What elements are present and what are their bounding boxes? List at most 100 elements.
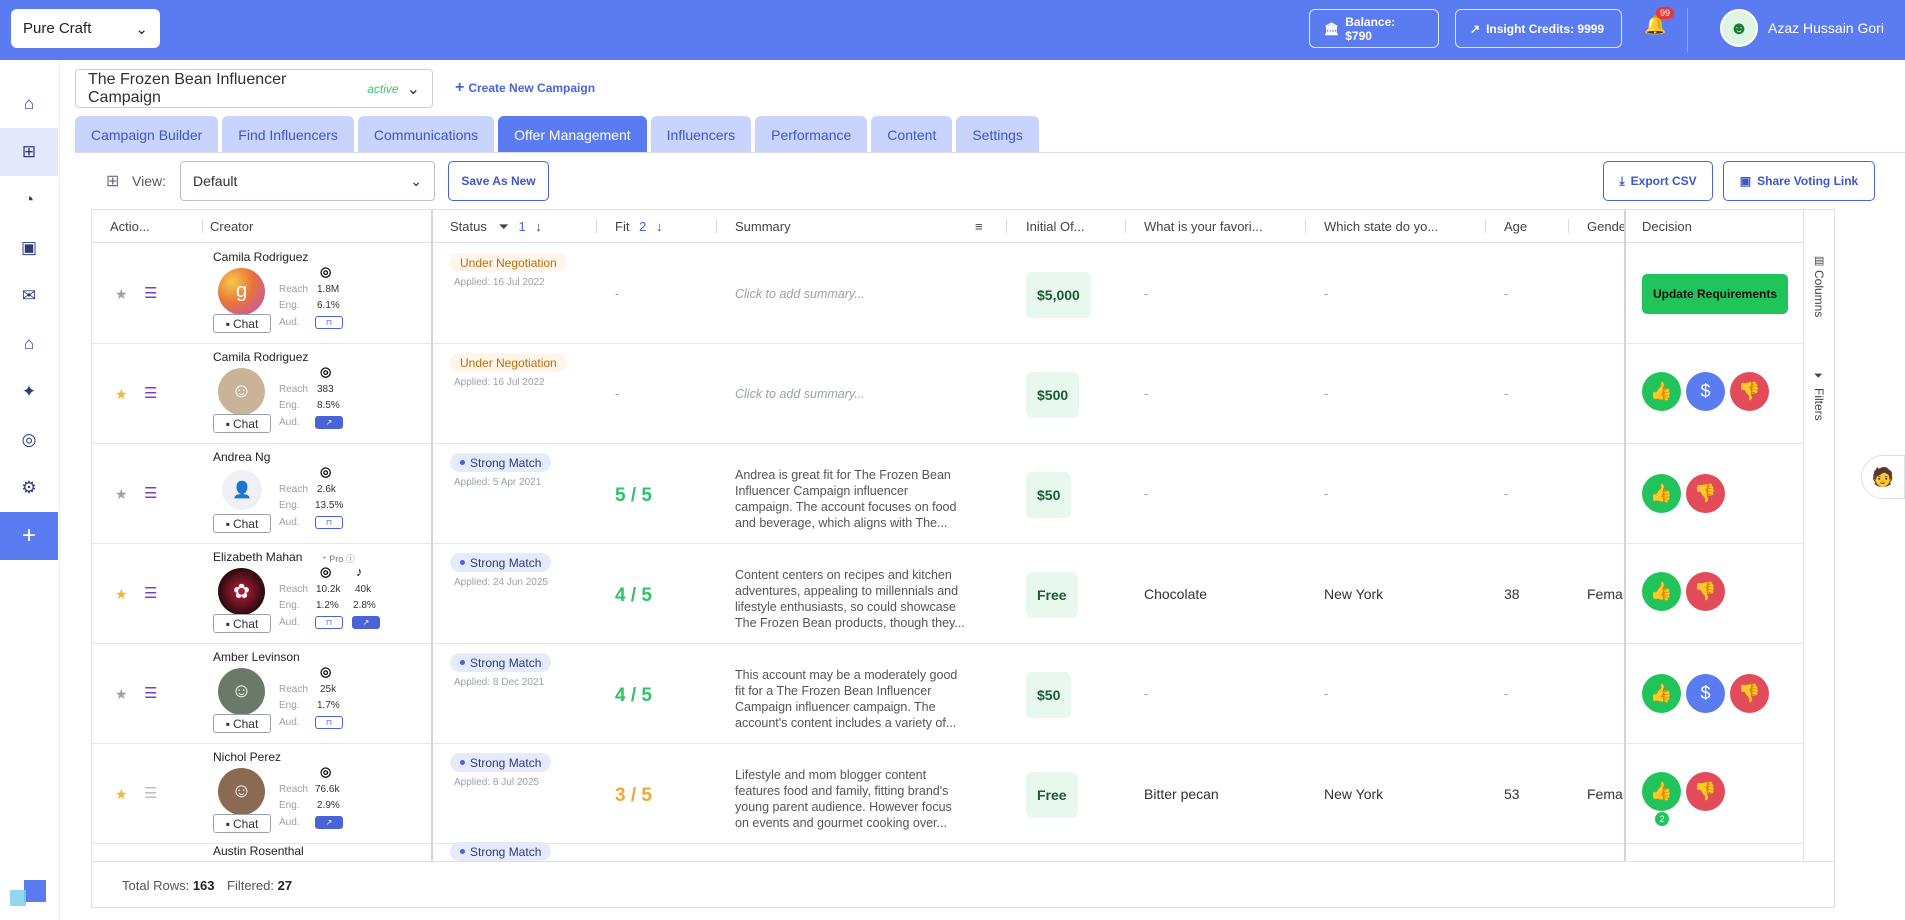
tab-settings[interactable]: Settings <box>956 116 1039 153</box>
col-summary[interactable]: Summary <box>735 219 791 234</box>
trend-icon[interactable]: ↗ <box>352 616 380 629</box>
list-icon[interactable]: ☰ <box>144 684 157 702</box>
col-initial-offer[interactable]: Initial Of... <box>1026 219 1085 234</box>
creator-name[interactable]: Nichol Perez <box>213 750 281 764</box>
col-decision[interactable]: Decision <box>1642 219 1692 234</box>
notification-bell-icon[interactable]: 🔔 99 <box>1644 7 1675 36</box>
summary-text[interactable]: This account may be a moderately good fi… <box>735 667 965 731</box>
offer-amount[interactable]: $50 <box>1026 472 1072 518</box>
export-csv-button[interactable]: ⤓ Export CSV <box>1603 161 1713 201</box>
approve-thumbs-up-icon[interactable]: 👍 <box>1642 674 1681 713</box>
analytics-icon[interactable]: ◔ <box>0 176 58 224</box>
summary-text[interactable]: Andrea is great fit for The Frozen Bean … <box>735 467 965 531</box>
reject-thumbs-down-icon[interactable]: 👎 <box>1686 572 1725 611</box>
audience-icon[interactable]: ⊓ <box>315 616 343 629</box>
col-state[interactable]: Which state do yo... <box>1324 219 1438 234</box>
chat-button[interactable]: ▪ Chat <box>213 814 271 833</box>
assistant-avatar-button[interactable]: 🧑 <box>1861 455 1905 499</box>
tab-influencers[interactable]: Influencers <box>650 116 752 153</box>
home-icon[interactable]: ⌂ <box>0 80 58 128</box>
sparkle-icon[interactable]: ✦ <box>0 368 58 416</box>
save-as-new-button[interactable]: Save As New <box>448 161 549 201</box>
col-fit[interactable]: Fit 2 ↓ <box>615 219 662 234</box>
image-icon[interactable]: ▣ <box>0 224 58 272</box>
tab-performance[interactable]: Performance <box>755 116 868 153</box>
share-voting-link-button[interactable]: ▣ Share Voting Link <box>1723 161 1875 201</box>
columns-toggle[interactable]: Columns <box>1812 270 1826 317</box>
tab-content[interactable]: Content <box>871 116 953 153</box>
filter-icon[interactable]: ⏷ <box>498 219 508 234</box>
create-campaign-link[interactable]: + Create New Campaign <box>455 79 595 97</box>
col-status[interactable]: Status ⏷ 1 ↓ <box>450 219 542 235</box>
columns-icon[interactable]: ▤ <box>1814 254 1824 267</box>
chat-button[interactable]: ▪ Chat <box>213 514 271 533</box>
approve-thumbs-up-icon[interactable]: 👍 <box>1642 474 1681 513</box>
creator-name[interactable]: Elizabeth Mahan <box>213 550 302 564</box>
trend-icon[interactable]: ↗ <box>315 816 343 829</box>
creator-name[interactable]: Camila Rodriguez <box>213 350 308 364</box>
chat-button[interactable]: ▪ Chat <box>213 314 271 333</box>
dollar-offer-icon[interactable]: $ <box>1686 674 1725 713</box>
reject-thumbs-down-icon[interactable]: 👎 <box>1730 372 1769 411</box>
col-favorite[interactable]: What is your favori... <box>1144 219 1262 234</box>
star-icon[interactable]: ★ <box>115 586 128 603</box>
chat-button[interactable]: ▪ Chat <box>213 614 271 633</box>
approve-thumbs-up-icon[interactable]: 👍 <box>1642 772 1681 811</box>
audience-icon[interactable]: ⊓ <box>315 516 343 529</box>
list-icon[interactable]: ☰ <box>144 484 157 502</box>
creator-name[interactable]: Amber Levinson <box>213 650 300 664</box>
user-menu[interactable]: ☻ Azaz Hussain Gori <box>1720 9 1884 47</box>
chat-button[interactable]: ▪ Chat <box>213 714 271 733</box>
messages-icon[interactable]: ✉ <box>0 272 58 320</box>
reject-thumbs-down-icon[interactable]: 👎 <box>1686 772 1725 811</box>
summary-text[interactable]: Content centers on recipes and kitchen a… <box>735 567 965 631</box>
reject-thumbs-down-icon[interactable]: 👎 <box>1686 474 1725 513</box>
column-menu-icon[interactable]: ≡ <box>975 219 983 234</box>
col-creator[interactable]: Creator <box>210 219 253 234</box>
offer-amount[interactable]: $500 <box>1026 372 1080 418</box>
summary-text[interactable]: Click to add summary... <box>735 386 965 450</box>
target-icon[interactable]: ◎ <box>0 416 58 464</box>
offer-amount[interactable]: $50 <box>1026 672 1072 718</box>
col-actions[interactable]: Actio... <box>110 219 150 234</box>
creator-name[interactable]: Andrea Ng <box>213 450 270 464</box>
tab-find-influencers[interactable]: Find Influencers <box>222 116 354 153</box>
dollar-offer-icon[interactable]: $ <box>1686 372 1725 411</box>
creator-name[interactable]: Camila Rodriguez <box>213 250 308 264</box>
balance-button[interactable]: 🏛 Balance: $790 <box>1309 9 1439 48</box>
add-icon[interactable]: + <box>0 512 58 560</box>
offer-amount[interactable]: Free <box>1026 572 1078 618</box>
workspace-selector[interactable]: Pure Craft ⌄ <box>11 9 160 48</box>
insight-credits-button[interactable]: ↗ Insight Credits: 9999 <box>1455 9 1622 48</box>
approve-thumbs-up-icon[interactable]: 👍 <box>1642 572 1681 611</box>
col-gender[interactable]: Gende <box>1587 219 1626 234</box>
audience-icon[interactable]: ⊓ <box>315 716 343 729</box>
bank-icon[interactable]: ⌂ <box>0 320 58 368</box>
chat-button[interactable]: ▪ Chat <box>213 414 271 433</box>
summary-text[interactable]: Click to add summary... <box>735 286 965 350</box>
star-icon[interactable]: ★ <box>115 686 128 703</box>
creator-name[interactable]: Austin Rosenthal <box>213 844 304 858</box>
reject-thumbs-down-icon[interactable]: 👎 <box>1730 674 1769 713</box>
star-icon[interactable]: ★ <box>115 786 128 803</box>
offer-amount[interactable]: $5,000 <box>1026 272 1091 318</box>
audience-icon[interactable]: ⊓ <box>315 316 343 329</box>
tab-communications[interactable]: Communications <box>357 116 495 153</box>
view-select[interactable]: Default ⌄ <box>180 161 435 201</box>
tab-campaign-builder[interactable]: Campaign Builder <box>75 116 219 153</box>
trend-icon[interactable]: ↗ <box>315 416 343 429</box>
campaign-selector[interactable]: The Frozen Bean Influencer Campaign acti… <box>75 69 433 108</box>
filter-icon[interactable]: ⏷ <box>1814 370 1823 383</box>
tab-offer-management[interactable]: Offer Management <box>498 116 647 153</box>
star-icon[interactable]: ★ <box>115 386 128 403</box>
star-icon[interactable]: ★ <box>115 486 128 503</box>
star-icon[interactable]: ★ <box>115 286 128 303</box>
list-icon[interactable]: ☰ <box>144 584 157 602</box>
approve-thumbs-up-icon[interactable]: 👍 <box>1642 372 1681 411</box>
col-age[interactable]: Age <box>1504 219 1527 234</box>
list-icon[interactable]: ☰ <box>144 384 157 402</box>
campaigns-icon[interactable]: ⊞ <box>0 128 58 176</box>
list-icon[interactable]: ☰ <box>144 784 157 802</box>
summary-text[interactable]: Lifestyle and mom blogger content featur… <box>735 767 965 831</box>
offer-amount[interactable]: Free <box>1026 772 1078 818</box>
